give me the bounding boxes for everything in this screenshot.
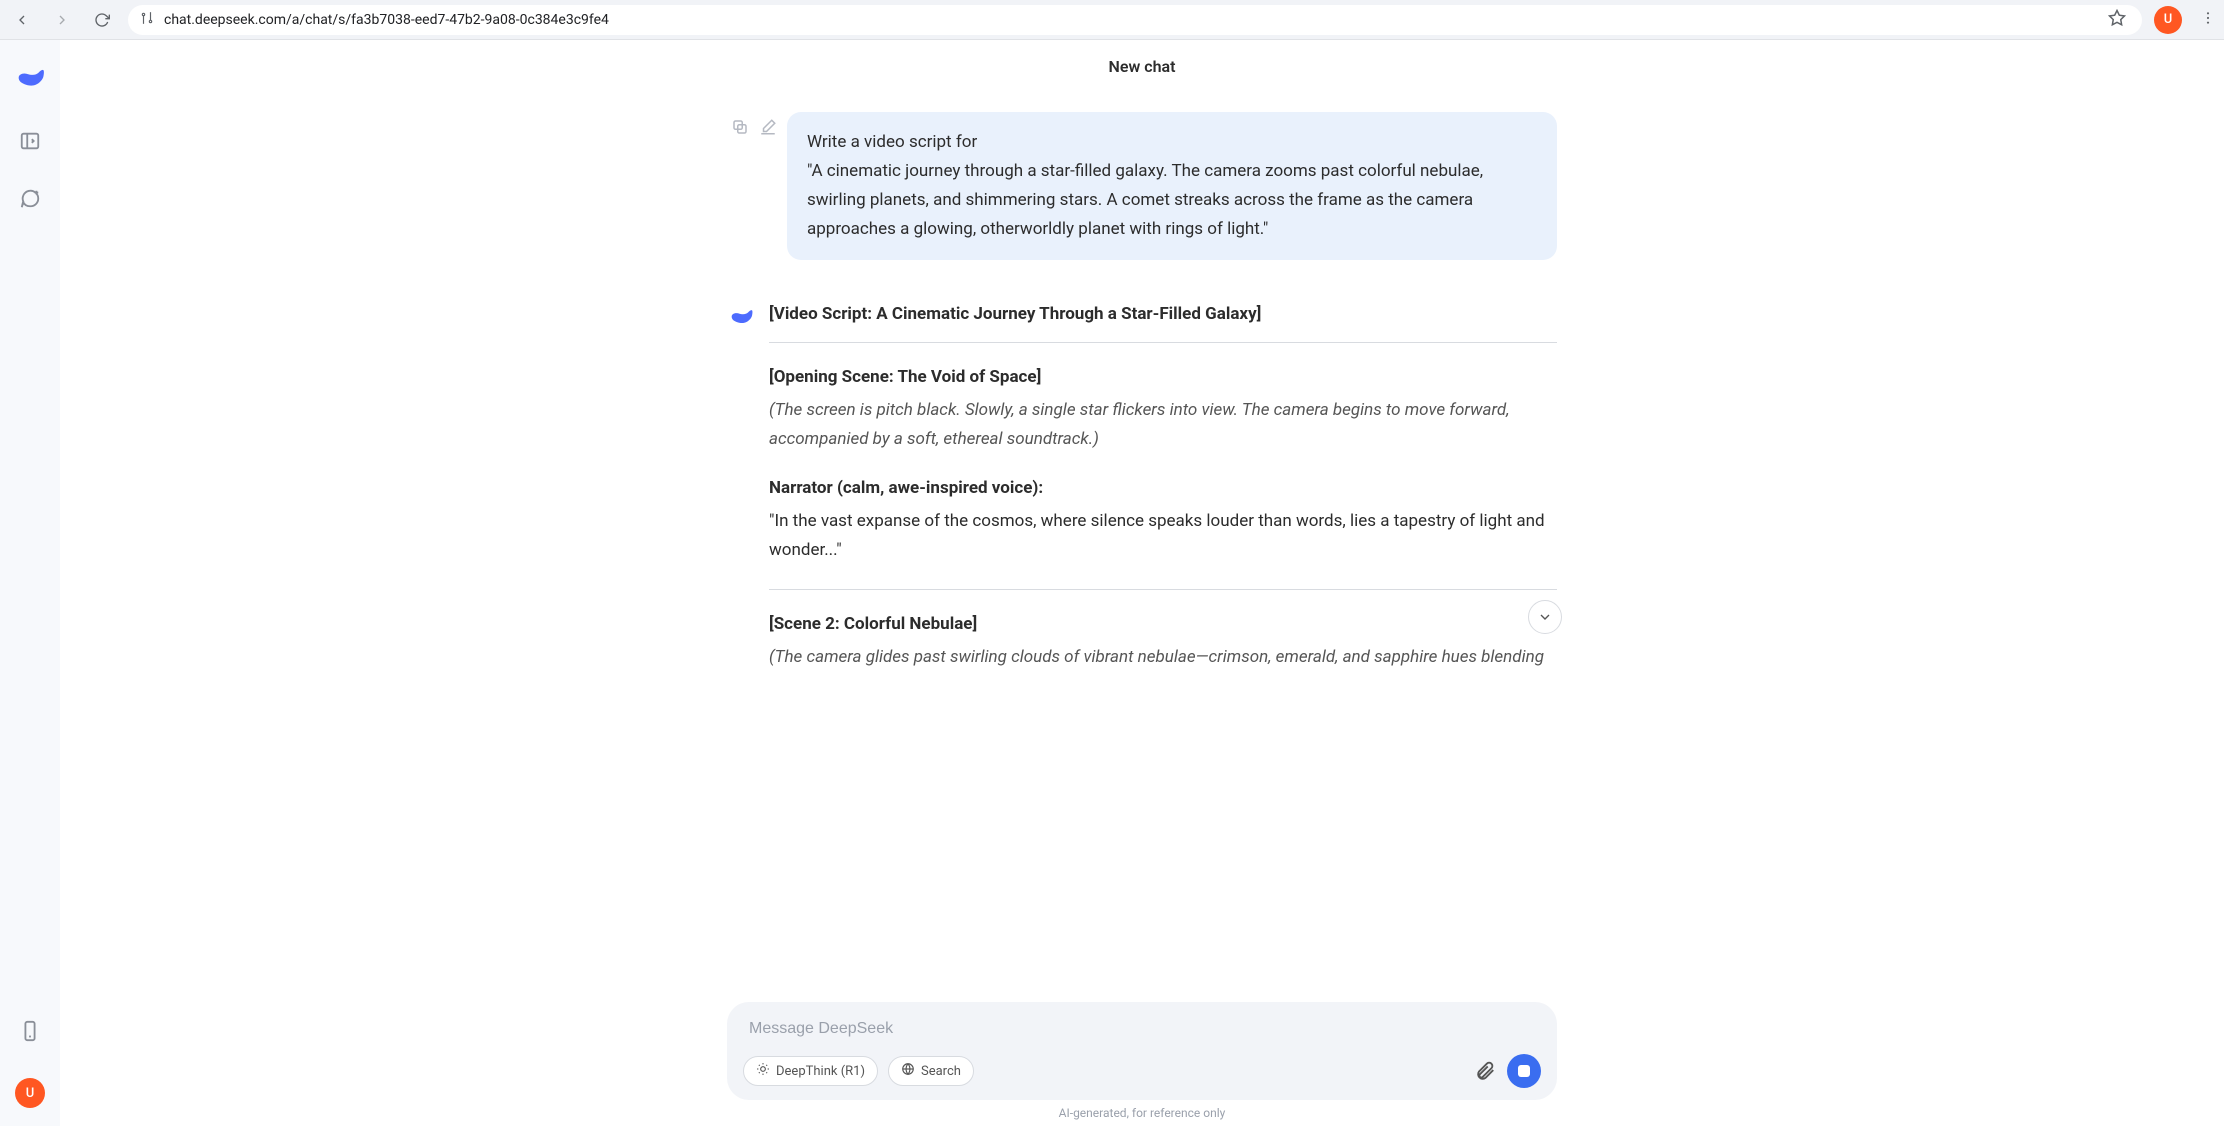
narrator-label: Narrator (calm, awe-inspired voice): [769,474,1557,503]
composer-area: DeepThink (R1) Search [60,1002,2224,1126]
opening-scene-title: [Opening Scene: The Void of Space] [769,363,1557,392]
forward-button[interactable] [48,6,76,34]
stop-button[interactable] [1507,1054,1541,1088]
scene2-desc: (The camera glides past swirling clouds … [769,643,1557,672]
search-chip[interactable]: Search [888,1056,974,1086]
page-title: New chat [60,40,2224,92]
footer-note: AI-generated, for reference only [1059,1106,1226,1120]
copy-icon[interactable] [731,118,749,136]
url-text: chat.deepseek.com/a/chat/s/fa3b7038-eed7… [164,12,2098,28]
user-message-line2: "A cinematic journey through a star-fill… [807,157,1537,244]
edit-icon[interactable] [759,118,777,136]
assistant-message-row: [Video Script: A Cinematic Journey Throu… [727,300,1557,672]
collapse-sidebar-icon[interactable] [19,130,41,152]
deepthink-chip[interactable]: DeepThink (R1) [743,1056,878,1086]
script-title: [Video Script: A Cinematic Journey Throu… [769,300,1557,329]
user-avatar[interactable]: U [15,1078,45,1108]
back-button[interactable] [8,6,36,34]
mobile-app-icon[interactable] [19,1020,41,1042]
browser-profile-avatar[interactable]: U [2154,6,2182,34]
browser-menu-icon[interactable] [2200,10,2216,30]
assistant-avatar [727,302,755,330]
assistant-message-content: [Video Script: A Cinematic Journey Throu… [769,300,1557,672]
deepthink-icon [756,1062,770,1080]
search-label: Search [921,1064,961,1079]
deepthink-label: DeepThink (R1) [776,1064,865,1079]
address-bar[interactable]: chat.deepseek.com/a/chat/s/fa3b7038-eed7… [128,5,2142,35]
message-input[interactable] [743,1018,1541,1054]
chat-scroll-area[interactable]: Write a video script for "A cinematic jo… [60,92,2224,1126]
app-logo[interactable] [13,60,47,94]
new-chat-icon[interactable] [19,188,41,210]
user-message-line1: Write a video script for [807,128,1537,157]
stop-icon [1518,1065,1530,1077]
scene2-title: [Scene 2: Colorful Nebulae] [769,610,1557,639]
divider [769,589,1557,590]
user-message-actions [731,118,777,136]
sidebar: U [0,40,60,1126]
bookmark-icon[interactable] [2108,9,2126,31]
globe-icon [901,1062,915,1080]
attach-button[interactable] [1473,1059,1497,1083]
site-settings-icon[interactable] [140,11,154,29]
main-area: New chat Write a video script for [60,40,2224,1126]
browser-toolbar: chat.deepseek.com/a/chat/s/fa3b7038-eed7… [0,0,2224,40]
scroll-to-bottom-button[interactable] [1528,600,1562,634]
user-message-bubble: Write a video script for "A cinematic jo… [787,112,1557,260]
opening-scene-desc: (The screen is pitch black. Slowly, a si… [769,396,1557,454]
reload-button[interactable] [88,6,116,34]
composer: DeepThink (R1) Search [727,1002,1557,1100]
user-message-row: Write a video script for "A cinematic jo… [727,112,1557,260]
narrator-line: "In the vast expanse of the cosmos, wher… [769,507,1557,565]
divider [769,342,1557,343]
